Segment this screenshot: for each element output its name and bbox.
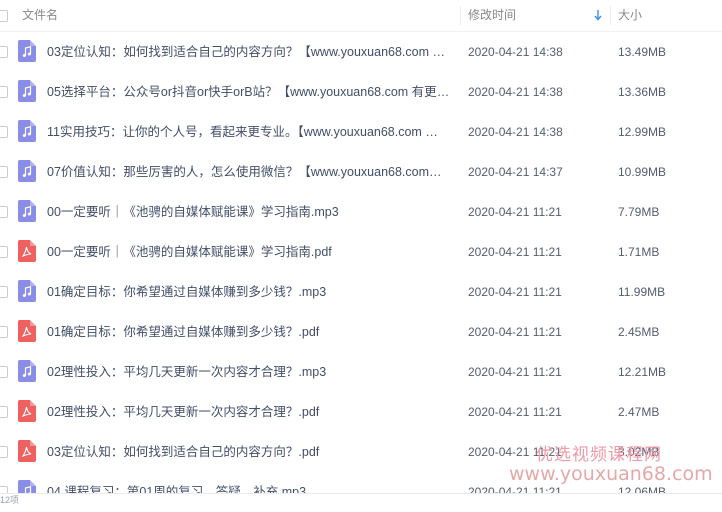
file-modified-date: 2020-04-21 11:21 bbox=[468, 245, 562, 259]
file-name[interactable]: 01确定目标：你希望通过自媒体赚到多少钱？.mp3 bbox=[47, 272, 450, 312]
row-checkbox[interactable] bbox=[0, 246, 8, 258]
file-size: 2.45MB bbox=[618, 325, 660, 339]
row-checkbox[interactable] bbox=[0, 406, 8, 418]
file-modified-date: 2020-04-21 11:21 bbox=[468, 365, 562, 379]
row-checkbox[interactable] bbox=[0, 86, 8, 98]
file-size: 12.21MB bbox=[618, 365, 667, 379]
file-modified-date: 2020-04-21 14:38 bbox=[468, 85, 563, 99]
file-name[interactable]: 02理性投入：平均几天更新一次内容才合理？.mp3 bbox=[47, 352, 450, 392]
status-bar: 12项 bbox=[0, 493, 722, 506]
file-size: 7.79MB bbox=[618, 205, 660, 219]
file-name[interactable]: 00一定要听｜《池骋的自媒体赋能课》学习指南.pdf bbox=[47, 232, 450, 272]
file-modified-date: 2020-04-21 11:21 bbox=[468, 325, 562, 339]
file-name[interactable]: 03定位认知：如何找到适合自己的内容方向？【www.youxuan68.com … bbox=[47, 32, 450, 72]
row-checkbox[interactable] bbox=[0, 366, 8, 378]
audio-file-icon bbox=[18, 80, 36, 102]
file-name[interactable]: 11实用技巧：让你的个人号，看起来更专业。【www.youxuan68.com … bbox=[47, 112, 450, 152]
row-checkbox[interactable] bbox=[0, 286, 8, 298]
pdf-file-icon bbox=[18, 440, 36, 462]
file-name[interactable]: 07价值认知：那些厉害的人，怎么使用微信？【www.youxuan68.com】… bbox=[47, 152, 450, 192]
file-row[interactable]: 05选择平台：公众号or抖音or快手orB站？【www.youxuan68.co… bbox=[0, 72, 722, 112]
file-size: 12.99MB bbox=[618, 125, 667, 139]
sort-descending-icon[interactable] bbox=[594, 9, 602, 21]
audio-file-icon bbox=[18, 280, 36, 302]
row-checkbox[interactable] bbox=[0, 126, 8, 138]
file-row[interactable]: 00一定要听｜《池骋的自媒体赋能课》学习指南.pdf 2020-04-21 11:… bbox=[0, 232, 722, 272]
pdf-file-icon bbox=[18, 240, 36, 262]
column-header-date[interactable]: 修改时间 bbox=[468, 0, 516, 31]
column-header-size[interactable]: 大小 bbox=[618, 0, 642, 31]
file-size: 13.49MB bbox=[618, 45, 667, 59]
file-name[interactable]: 04 课程复习：第01周的复习、答疑、补充.mp3 bbox=[47, 472, 450, 512]
file-name[interactable]: 01确定目标：你希望通过自媒体赚到多少钱？.pdf bbox=[47, 312, 450, 352]
select-all-checkbox[interactable] bbox=[0, 10, 8, 22]
file-size: 1.71MB bbox=[618, 245, 660, 259]
audio-file-icon bbox=[18, 200, 36, 222]
row-checkbox[interactable] bbox=[0, 206, 8, 218]
watermark-url: www.youxuan68.com bbox=[509, 463, 713, 485]
file-row[interactable]: 02理性投入：平均几天更新一次内容才合理？.pdf 2020-04-21 11:2… bbox=[0, 392, 722, 432]
file-row[interactable]: 11实用技巧：让你的个人号，看起来更专业。【www.youxuan68.com … bbox=[0, 112, 722, 152]
file-modified-date: 2020-04-21 14:38 bbox=[468, 125, 563, 139]
file-row[interactable]: 03定位认知：如何找到适合自己的内容方向？【www.youxuan68.com … bbox=[0, 32, 722, 72]
file-name[interactable]: 02理性投入：平均几天更新一次内容才合理？.pdf bbox=[47, 392, 450, 432]
pdf-file-icon bbox=[18, 320, 36, 342]
file-name[interactable]: 03定位认知：如何找到适合自己的内容方向？.pdf bbox=[47, 432, 450, 472]
file-size: 2.47MB bbox=[618, 405, 660, 419]
row-checkbox[interactable] bbox=[0, 446, 8, 458]
row-checkbox[interactable] bbox=[0, 166, 8, 178]
audio-file-icon bbox=[18, 360, 36, 382]
audio-file-icon bbox=[18, 120, 36, 142]
file-row[interactable]: 01确定目标：你希望通过自媒体赚到多少钱？.pdf 2020-04-21 11:2… bbox=[0, 312, 722, 352]
audio-file-icon bbox=[18, 160, 36, 182]
row-checkbox[interactable] bbox=[0, 326, 8, 338]
file-size: 10.99MB bbox=[618, 165, 667, 179]
file-modified-date: 2020-04-21 11:21 bbox=[468, 205, 562, 219]
audio-file-icon bbox=[18, 40, 36, 62]
file-modified-date: 2020-04-21 11:21 bbox=[468, 285, 562, 299]
column-divider[interactable] bbox=[460, 6, 461, 25]
column-header-name[interactable]: 文件名 bbox=[22, 0, 58, 31]
file-row[interactable]: 02理性投入：平均几天更新一次内容才合理？.mp3 2020-04-21 11:2… bbox=[0, 352, 722, 392]
row-checkbox[interactable] bbox=[0, 46, 8, 58]
file-size: 11.99MB bbox=[618, 285, 666, 299]
file-modified-date: 2020-04-21 14:37 bbox=[468, 165, 563, 179]
file-row[interactable]: 00一定要听｜《池骋的自媒体赋能课》学习指南.mp3 2020-04-21 11:… bbox=[0, 192, 722, 232]
file-size: 13.36MB bbox=[618, 85, 667, 99]
file-row[interactable]: 07价值认知：那些厉害的人，怎么使用微信？【www.youxuan68.com】… bbox=[0, 152, 722, 192]
file-name[interactable]: 00一定要听｜《池骋的自媒体赋能课》学习指南.mp3 bbox=[47, 192, 450, 232]
file-modified-date: 2020-04-21 14:38 bbox=[468, 45, 563, 59]
file-modified-date: 2020-04-21 11:21 bbox=[468, 405, 562, 419]
item-count: 12项 bbox=[0, 495, 20, 505]
watermark-title: 优选视频课程网 bbox=[536, 445, 662, 465]
file-name[interactable]: 05选择平台：公众号or抖音or快手orB站？【www.youxuan68.co… bbox=[47, 72, 450, 112]
file-row[interactable]: 01确定目标：你希望通过自媒体赚到多少钱？.mp3 2020-04-21 11:2… bbox=[0, 272, 722, 312]
file-list-header: 文件名 修改时间 大小 bbox=[0, 0, 722, 32]
column-divider[interactable] bbox=[610, 6, 611, 25]
pdf-file-icon bbox=[18, 400, 36, 422]
